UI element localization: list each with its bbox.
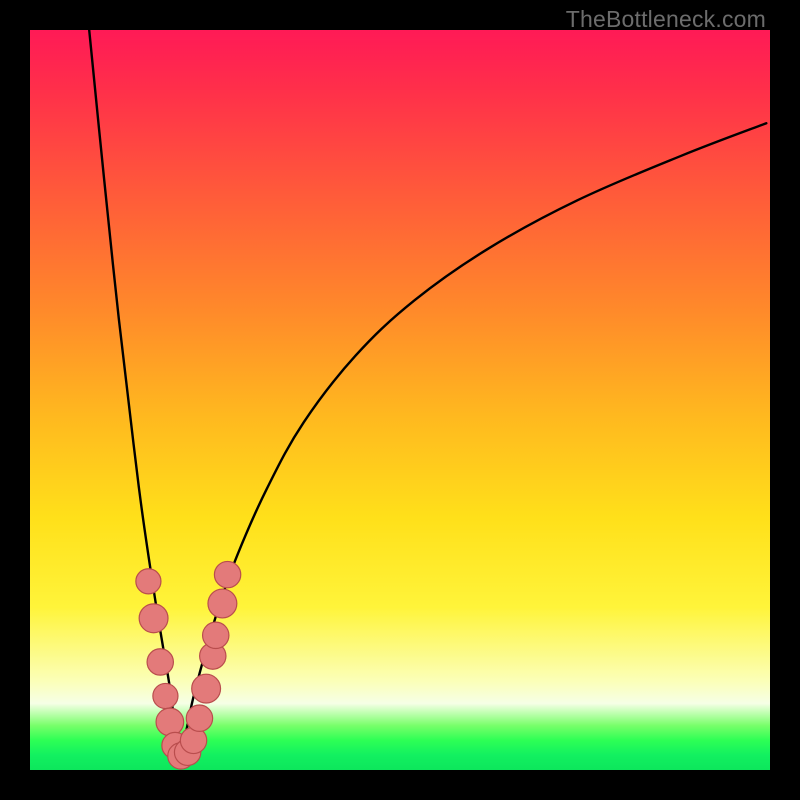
plot-area bbox=[30, 30, 770, 770]
data-marker bbox=[139, 604, 168, 633]
data-marker bbox=[186, 705, 212, 731]
data-marker bbox=[192, 674, 221, 703]
data-marker bbox=[147, 649, 173, 675]
curve-left-branch bbox=[89, 30, 179, 754]
watermark-text: TheBottleneck.com bbox=[566, 6, 766, 33]
data-marker bbox=[203, 622, 229, 648]
data-markers bbox=[136, 561, 241, 769]
data-marker bbox=[136, 569, 161, 594]
data-marker bbox=[208, 589, 237, 618]
data-marker bbox=[156, 708, 184, 736]
data-marker bbox=[153, 683, 178, 708]
chart-frame: TheBottleneck.com bbox=[0, 0, 800, 800]
curve-right-branch bbox=[179, 123, 766, 753]
data-marker bbox=[214, 561, 240, 587]
curves-svg bbox=[30, 30, 770, 770]
